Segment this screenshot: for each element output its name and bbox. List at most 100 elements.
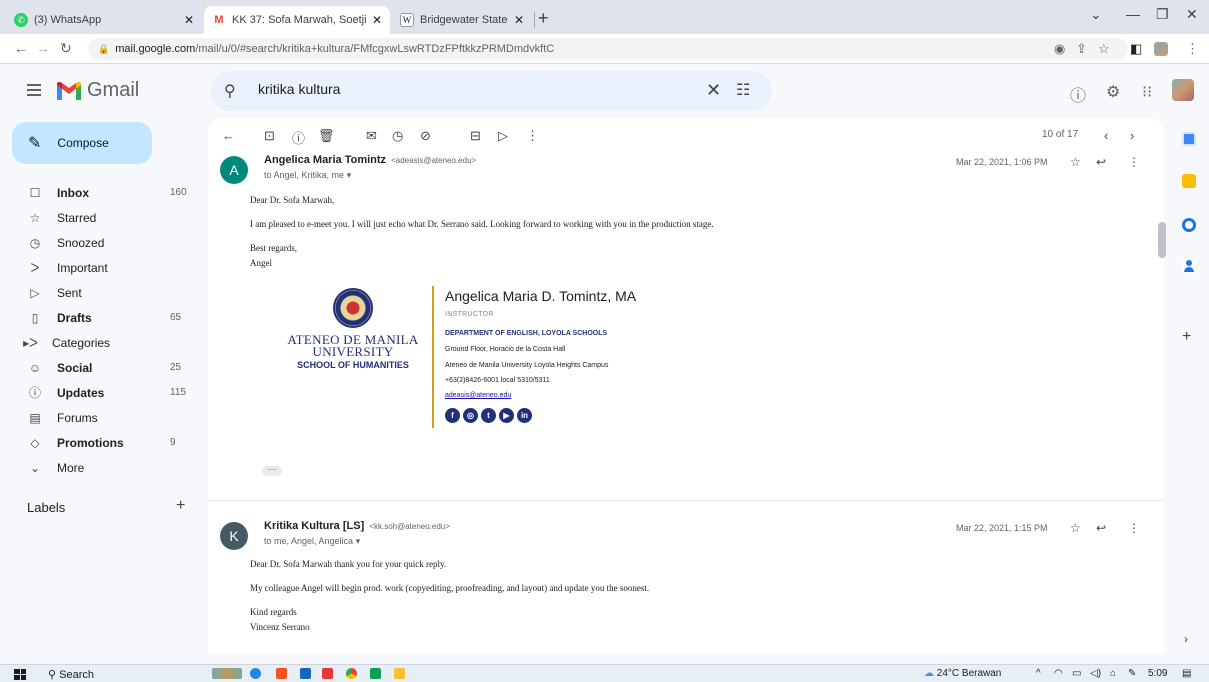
search-options-icon[interactable]: ☷: [736, 80, 750, 100]
calendar-icon[interactable]: [1182, 132, 1196, 146]
add-task-icon[interactable]: ⊘: [420, 128, 431, 144]
landscape-widget-icon[interactable]: [212, 668, 242, 679]
twitter-icon[interactable]: t: [481, 408, 496, 423]
chrome-icon[interactable]: [346, 668, 357, 679]
eye-icon[interactable]: ◉: [1054, 41, 1065, 57]
main-menu-icon[interactable]: [27, 84, 41, 99]
show-side-panel-icon[interactable]: ›: [1184, 632, 1188, 646]
sidebar-item-important[interactable]: ᐳ Important: [0, 255, 198, 280]
archive-icon[interactable]: ⊡: [264, 128, 275, 144]
sidebar-item-starred[interactable]: ☆ Starred: [0, 205, 198, 230]
new-tab-icon[interactable]: +: [538, 8, 549, 29]
show-trimmed-content-button[interactable]: ···: [262, 465, 282, 476]
volume-icon[interactable]: ◁): [1090, 668, 1101, 679]
taskbar-search[interactable]: ⚲ Search: [48, 668, 94, 681]
sender-avatar[interactable]: A: [220, 156, 248, 184]
minimize-icon[interactable]: —: [1126, 6, 1140, 22]
tray-overflow-icon[interactable]: ^: [1036, 668, 1041, 679]
back-icon[interactable]: ←: [14, 40, 28, 56]
profile-avatar[interactable]: [1154, 42, 1168, 56]
close-tab-icon[interactable]: ✕: [514, 13, 524, 27]
newer-icon[interactable]: ‹: [1104, 128, 1108, 143]
sender-avatar[interactable]: K: [220, 522, 248, 550]
message-more-icon[interactable]: ⋮: [1128, 521, 1140, 535]
tab-search-icon[interactable]: ⌄: [1090, 6, 1102, 23]
sidebar-item-updates[interactable]: ⓘ Updates 115: [0, 380, 198, 405]
facebook-icon[interactable]: f: [445, 408, 460, 423]
get-addons-icon[interactable]: +: [1182, 328, 1191, 346]
sidebar-item-inbox[interactable]: ☐ Inbox 160: [0, 180, 198, 205]
tab-whatsapp[interactable]: ✆ (3) WhatsApp ✕: [6, 6, 202, 34]
tasks-icon[interactable]: [1182, 218, 1196, 232]
language-icon[interactable]: ⌂: [1110, 668, 1116, 679]
search-icon[interactable]: ⚲: [224, 81, 236, 101]
close-window-icon[interactable]: ✕: [1186, 6, 1198, 23]
notifications-icon[interactable]: ▤: [1182, 668, 1191, 679]
help-icon[interactable]: ⓘ: [1070, 82, 1086, 106]
office-icon[interactable]: [322, 668, 333, 679]
sidebar-item-drafts[interactable]: ▯ Drafts 65: [0, 305, 198, 330]
account-avatar[interactable]: [1172, 79, 1194, 101]
recipients-line[interactable]: to Angel, Kritika, me ▾: [264, 170, 351, 181]
tab-bridgewater[interactable]: W Bridgewater State University - W ✕: [392, 6, 532, 34]
bookmark-star-icon[interactable]: ☆: [1098, 41, 1110, 57]
address-bar[interactable]: 🔒 mail.google.com/mail/u/0/#search/kriti…: [88, 38, 1128, 60]
instagram-icon[interactable]: ◎: [463, 408, 478, 423]
forward-icon[interactable]: →: [36, 40, 50, 56]
tab-gmail[interactable]: M KK 37: Sofa Marwah, Soetji Lesta ✕: [204, 6, 390, 34]
mark-unread-icon[interactable]: ✉: [366, 128, 377, 144]
apps-grid-icon[interactable]: ⁝⁝: [1142, 82, 1152, 102]
sidebar-item-sent[interactable]: ▷ Sent: [0, 280, 198, 305]
battery-icon[interactable]: ▭: [1072, 668, 1081, 679]
gmail-logo[interactable]: Gmail: [57, 79, 139, 102]
reply-icon[interactable]: ↩: [1096, 521, 1106, 535]
sidebar-item-snoozed[interactable]: ◷ Snoozed: [0, 230, 198, 255]
sender-line[interactable]: Kritika Kultura [LS] <kk.soh@ateneo.edu>: [264, 520, 450, 532]
older-icon[interactable]: ›: [1130, 128, 1134, 143]
clock-time[interactable]: 5:09: [1148, 668, 1167, 679]
sidebar-item-more[interactable]: ⌄ More: [0, 455, 198, 480]
share-icon[interactable]: ⇪: [1076, 41, 1087, 57]
signature-email-link[interactable]: adeasis@ateneo.edu: [445, 392, 511, 399]
edge-icon[interactable]: [250, 668, 261, 679]
sidebar-item-social[interactable]: ☺ Social 25: [0, 355, 198, 380]
more-options-icon[interactable]: ⋮: [526, 128, 539, 144]
sidebar-item-promotions[interactable]: ◇ Promotions 9: [0, 430, 198, 455]
contacts-icon[interactable]: [1182, 260, 1196, 274]
search-input[interactable]: [258, 81, 658, 97]
close-tab-icon[interactable]: ✕: [372, 13, 382, 27]
photos-icon[interactable]: [300, 668, 311, 679]
close-tab-icon[interactable]: ✕: [184, 13, 194, 27]
message-scrollbar[interactable]: [1158, 222, 1166, 258]
back-to-list-icon[interactable]: ←: [222, 128, 235, 143]
explorer-icon[interactable]: [394, 668, 405, 679]
store-icon[interactable]: [276, 668, 287, 679]
sidebar-item-categories[interactable]: ▸ᐳ Categories: [0, 330, 198, 355]
reload-icon[interactable]: ↻: [60, 40, 72, 57]
recipients-line[interactable]: to me, Angel, Angelica ▾: [264, 536, 360, 547]
compose-button[interactable]: ✎ Compose: [12, 122, 152, 164]
weather-widget[interactable]: ☁ 24°C Berawan: [924, 668, 1001, 679]
pen-icon[interactable]: ✎: [1128, 668, 1136, 679]
network-icon[interactable]: ◠: [1054, 668, 1063, 679]
sidepanel-icon[interactable]: ◧: [1130, 41, 1142, 57]
restore-icon[interactable]: ❐: [1156, 6, 1169, 23]
settings-gear-icon[interactable]: ⚙: [1106, 82, 1120, 102]
label-as-icon[interactable]: ▷: [498, 128, 508, 144]
sender-line[interactable]: Angelica Maria Tomintz <adeasis@ateneo.e…: [264, 154, 476, 166]
reply-icon[interactable]: ↩: [1096, 155, 1106, 169]
message-more-icon[interactable]: ⋮: [1128, 155, 1140, 169]
mail-app-icon[interactable]: [370, 668, 381, 679]
sidebar-item-forums[interactable]: ▤ Forums: [0, 405, 198, 430]
windows-start-icon[interactable]: [14, 669, 26, 680]
star-message-icon[interactable]: ☆: [1070, 521, 1081, 535]
linkedin-icon[interactable]: in: [517, 408, 532, 423]
keep-icon[interactable]: [1182, 174, 1196, 188]
clear-search-icon[interactable]: ✕: [706, 80, 721, 101]
report-spam-icon[interactable]: ⓘ: [292, 128, 305, 147]
snooze-icon[interactable]: ◷: [392, 128, 403, 144]
menu-kebab-icon[interactable]: ⋮: [1186, 41, 1199, 57]
star-message-icon[interactable]: ☆: [1070, 155, 1081, 169]
add-label-icon[interactable]: +: [176, 497, 185, 515]
move-to-icon[interactable]: ⊟: [470, 128, 481, 144]
